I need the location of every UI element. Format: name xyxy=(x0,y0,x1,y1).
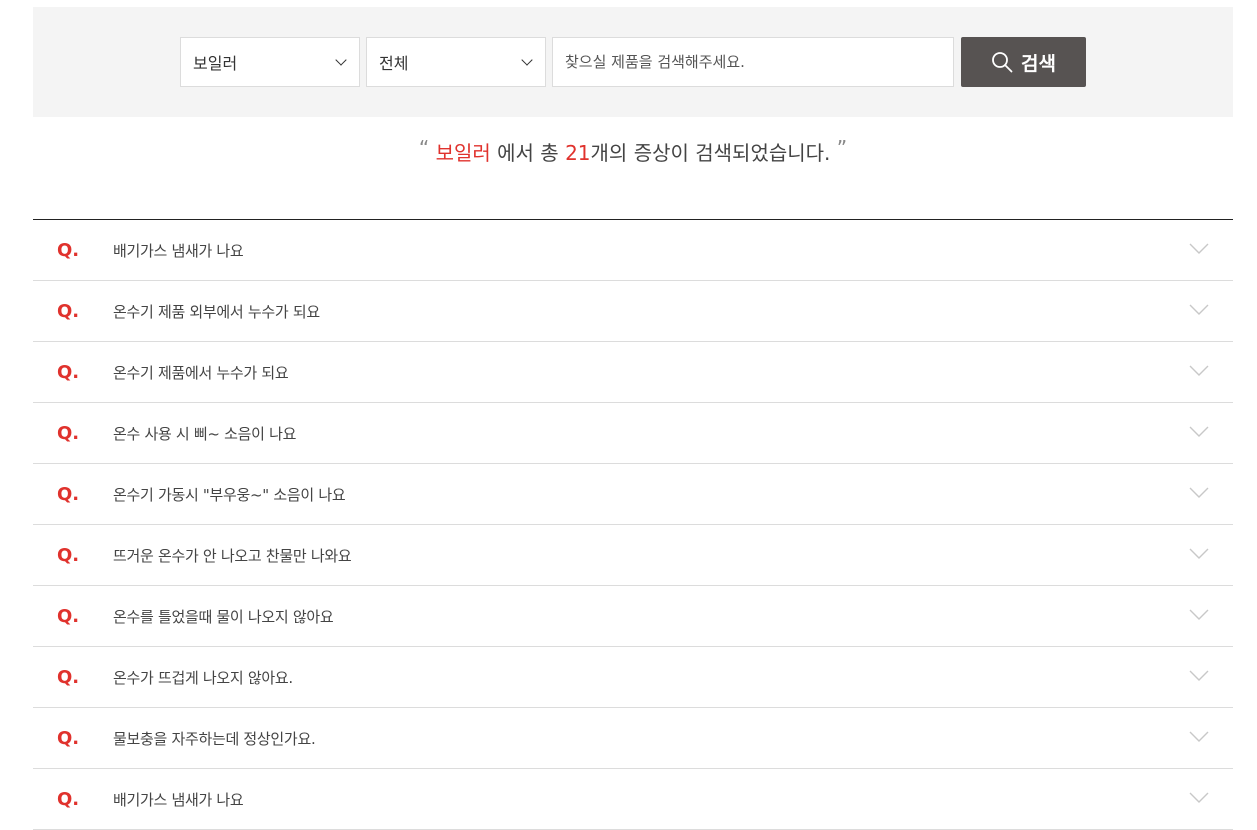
faq-item[interactable]: Q. 배기가스 냄새가 나요 xyxy=(33,220,1233,281)
chevron-down-icon[interactable] xyxy=(1189,792,1209,804)
category-select[interactable]: 보일러 xyxy=(180,37,360,87)
subcategory-select-value: 전체 xyxy=(379,54,409,73)
search-button[interactable]: 검색 xyxy=(961,37,1086,87)
chevron-down-icon[interactable] xyxy=(1189,670,1209,682)
faq-q-marker: Q. xyxy=(57,544,80,566)
faq-item[interactable]: Q. 온수기 제품 외부에서 누수가 되요 xyxy=(33,281,1233,342)
faq-item[interactable]: Q. 온수기 가동시 "부우웅~" 소음이 나요 xyxy=(33,464,1233,525)
faq-q-marker: Q. xyxy=(57,361,80,383)
chevron-down-icon[interactable] xyxy=(1189,731,1209,743)
chevron-down-icon[interactable] xyxy=(1189,243,1209,255)
chevron-down-icon[interactable] xyxy=(1189,548,1209,560)
chevron-down-icon xyxy=(521,54,533,66)
faq-q-marker: Q. xyxy=(57,788,80,810)
summary-count: 21 xyxy=(565,141,591,165)
chevron-down-icon[interactable] xyxy=(1189,609,1209,621)
faq-item[interactable]: Q. 온수기 제품에서 누수가 되요 xyxy=(33,342,1233,403)
faq-question: 온수 사용 시 삐~ 소음이 나요 xyxy=(113,424,297,443)
summary-suffix-text: 개의 증상이 검색되었습니다. xyxy=(590,141,831,165)
faq-q-marker: Q. xyxy=(57,239,80,261)
faq-question: 배기가스 냄새가 나요 xyxy=(113,790,244,809)
result-summary: “ 보일러 에서 총 21개의 증상이 검색되었습니다. ” xyxy=(33,136,1233,166)
chevron-down-icon xyxy=(335,54,347,66)
faq-q-marker: Q. xyxy=(57,300,80,322)
faq-item[interactable]: Q. 온수를 틀었을때 물이 나오지 않아요 xyxy=(33,586,1233,647)
faq-question: 온수를 틀었을때 물이 나오지 않아요 xyxy=(113,607,334,626)
search-icon xyxy=(992,52,1013,73)
faq-question: 물보충을 자주하는데 정상인가요. xyxy=(113,729,316,748)
faq-q-marker: Q. xyxy=(57,727,80,749)
faq-item[interactable]: Q. 뜨거운 온수가 안 나오고 찬물만 나와요 xyxy=(33,525,1233,586)
chevron-down-icon[interactable] xyxy=(1189,426,1209,438)
subcategory-select[interactable]: 전체 xyxy=(366,37,546,87)
faq-question: 온수기 제품 외부에서 누수가 되요 xyxy=(113,302,320,321)
faq-question: 뜨거운 온수가 안 나오고 찬물만 나와요 xyxy=(113,546,352,565)
category-select-value: 보일러 xyxy=(193,54,238,73)
search-button-label: 검색 xyxy=(1021,52,1056,75)
faq-q-marker: Q. xyxy=(57,666,80,688)
faq-question: 온수기 제품에서 누수가 되요 xyxy=(113,363,289,382)
faq-question: 배기가스 냄새가 나요 xyxy=(113,241,244,260)
summary-category: 보일러 xyxy=(435,141,491,165)
faq-item[interactable]: Q. 온수 사용 시 삐~ 소음이 나요 xyxy=(33,403,1233,464)
faq-item[interactable]: Q. 배기가스 냄새가 나요 xyxy=(33,769,1233,830)
search-panel: 보일러 전체 검색 xyxy=(33,7,1233,117)
chevron-down-icon[interactable] xyxy=(1189,304,1209,316)
faq-q-marker: Q. xyxy=(57,483,80,505)
faq-item[interactable]: Q. 물보충을 자주하는데 정상인가요. xyxy=(33,708,1233,769)
faq-q-marker: Q. xyxy=(57,605,80,627)
chevron-down-icon[interactable] xyxy=(1189,365,1209,377)
chevron-down-icon[interactable] xyxy=(1189,487,1209,499)
faq-q-marker: Q. xyxy=(57,422,80,444)
search-input[interactable] xyxy=(552,37,954,87)
faq-question: 온수가 뜨겁게 나오지 않아요. xyxy=(113,668,293,687)
open-quote: “ xyxy=(418,136,430,160)
faq-item[interactable]: Q. 온수가 뜨겁게 나오지 않아요. xyxy=(33,647,1233,708)
close-quote: ” xyxy=(836,136,848,160)
faq-question: 온수기 가동시 "부우웅~" 소음이 나요 xyxy=(113,485,346,504)
summary-middle-text: 에서 총 xyxy=(490,141,566,165)
faq-list: Q. 배기가스 냄새가 나요 Q. 온수기 제품 외부에서 누수가 되요 Q. 온수기 제… xyxy=(33,219,1233,830)
